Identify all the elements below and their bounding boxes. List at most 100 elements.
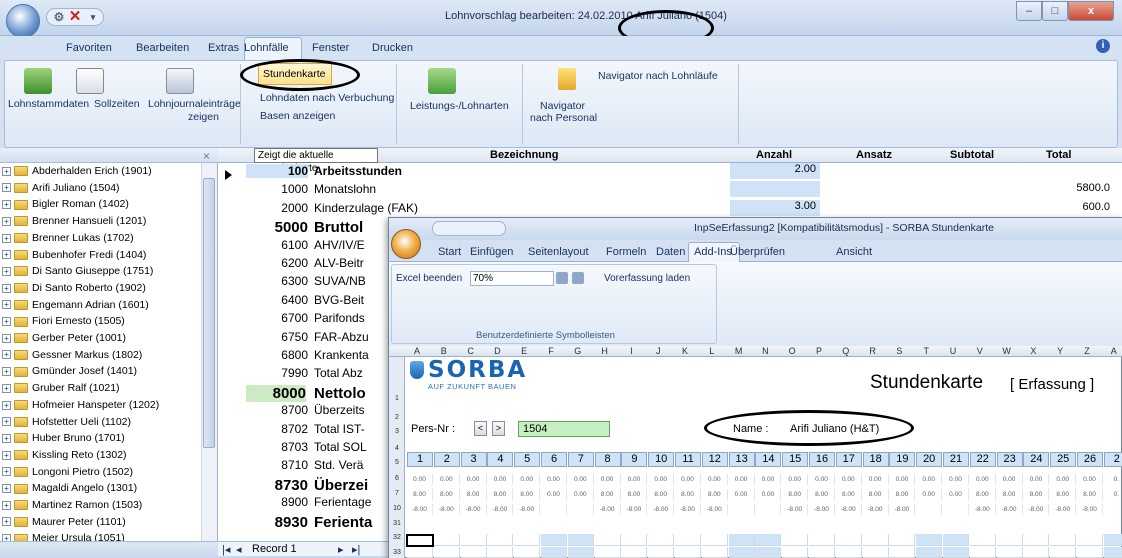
col-subtotal[interactable]: Subtotal — [950, 149, 994, 161]
day-input-cell[interactable] — [782, 534, 809, 546]
column-header[interactable]: H — [594, 346, 616, 356]
grid-anzahl[interactable]: 2.00 — [730, 163, 820, 179]
employee-list-item[interactable]: + Huber Bruno (1701) — [0, 431, 200, 446]
employee-list-item[interactable]: + Longoni Pietro (1502) — [0, 465, 200, 480]
tab-favoriten[interactable]: Favoriten — [66, 42, 112, 54]
office-orb-button[interactable] — [391, 229, 421, 259]
column-header[interactable]: D — [486, 346, 508, 356]
day-input-cell[interactable] — [621, 534, 648, 546]
day-input-cell[interactable] — [862, 547, 889, 558]
expand-icon[interactable]: + — [2, 317, 11, 327]
day-input-cell[interactable] — [969, 547, 996, 558]
gear-icon[interactable]: ⚙ — [51, 10, 67, 24]
expand-icon[interactable]: + — [2, 367, 11, 377]
row-number[interactable]: 33 — [389, 549, 405, 556]
column-header[interactable]: U — [942, 346, 964, 356]
expand-icon[interactable]: + — [2, 250, 11, 260]
day-input-cell[interactable] — [943, 547, 969, 558]
day-input-cell[interactable] — [916, 534, 943, 546]
day-input-cell[interactable] — [1103, 534, 1122, 546]
day-input-cell[interactable] — [1077, 534, 1103, 546]
expand-icon[interactable]: + — [2, 450, 11, 460]
column-header[interactable]: T — [915, 346, 937, 356]
panel-close-icon[interactable]: × — [203, 149, 210, 163]
row-number[interactable]: 32 — [389, 534, 405, 541]
column-header[interactable]: V — [969, 346, 991, 356]
column-header[interactable]: L — [701, 346, 723, 356]
expand-icon[interactable]: + — [2, 484, 11, 494]
tab-fenster[interactable]: Fenster — [312, 42, 349, 54]
employee-list-item[interactable]: + Di Santo Roberto (1902) — [0, 281, 200, 296]
day-input-cell[interactable] — [648, 547, 675, 558]
employee-list-item[interactable]: + Gessner Markus (1802) — [0, 348, 200, 363]
employee-list-item[interactable]: + Gruber Ralf (1021) — [0, 381, 200, 396]
row-number[interactable]: 6 — [389, 475, 405, 482]
employee-list-item[interactable]: + Di Santo Giuseppe (1751) — [0, 264, 200, 279]
column-header[interactable]: G — [567, 346, 589, 356]
day-input-cell[interactable] — [996, 547, 1023, 558]
day-input-cell[interactable] — [567, 534, 594, 546]
col-anzahl[interactable]: Anzahl — [756, 149, 792, 161]
day-input-cell[interactable] — [782, 547, 809, 558]
employee-list-item[interactable]: + Martinez Ramon (1503) — [0, 498, 200, 513]
close-button[interactable]: x — [1068, 1, 1114, 21]
column-header[interactable]: M — [728, 346, 750, 356]
excel-tab-ansicht[interactable]: Ansicht — [836, 246, 872, 258]
day-input-cell[interactable] — [1077, 547, 1103, 558]
record-last-button[interactable]: ▸| — [352, 543, 360, 556]
expand-icon[interactable]: + — [2, 233, 11, 243]
employee-list-item[interactable]: + Hofstetter Ueli (1102) — [0, 415, 200, 430]
day-input-cell[interactable] — [675, 534, 701, 546]
pers-prev-button[interactable]: < — [474, 421, 487, 436]
row-number[interactable]: 4 — [389, 445, 405, 452]
expand-icon[interactable]: + — [2, 517, 11, 527]
excel-tab-ueberpruefen[interactable]: Überprüfen — [730, 246, 785, 258]
day-input-cell[interactable] — [943, 534, 969, 546]
day-input-cell[interactable] — [755, 534, 782, 546]
chevron-down-icon[interactable]: ▾ — [85, 10, 101, 24]
employee-list-item[interactable]: + Brenner Lukas (1702) — [0, 231, 200, 246]
expand-icon[interactable]: + — [2, 266, 11, 276]
employee-list-item[interactable]: + Gerber Peter (1001) — [0, 331, 200, 346]
pers-nr-field[interactable]: 1504 — [518, 421, 610, 437]
grid-anzahl[interactable]: 3.00 — [730, 199, 820, 216]
expand-icon[interactable]: + — [2, 166, 11, 176]
grid-anzahl[interactable] — [730, 181, 820, 198]
employee-list-item[interactable]: + Kissling Reto (1302) — [0, 448, 200, 463]
employee-list-item[interactable]: + Hofmeier Hanspeter (1202) — [0, 398, 200, 413]
employee-list-item[interactable]: + Abderhalden Erich (1901) — [0, 164, 200, 179]
expand-icon[interactable]: + — [2, 400, 11, 410]
row-number[interactable]: 3 — [389, 428, 405, 435]
day-input-cell[interactable] — [407, 547, 433, 558]
column-header[interactable]: O — [781, 346, 803, 356]
print-icon[interactable] — [556, 272, 568, 284]
day-input-cell[interactable] — [916, 547, 943, 558]
excel-tab-start[interactable]: Start — [438, 246, 461, 258]
day-input-cell[interactable] — [701, 534, 728, 546]
day-input-cell[interactable] — [1103, 547, 1122, 558]
employee-list-item[interactable]: + Bigler Roman (1402) — [0, 197, 200, 212]
employee-scroll-thumb[interactable] — [203, 178, 215, 448]
employee-list-item[interactable]: + Bubenhofer Fredi (1404) — [0, 248, 200, 263]
column-header[interactable]: C — [460, 346, 482, 356]
day-input-cell[interactable] — [755, 547, 782, 558]
row-number[interactable]: 10 — [389, 505, 405, 512]
day-input-cell[interactable] — [567, 547, 594, 558]
zoom-select[interactable]: 70% — [470, 271, 554, 286]
day-input-cell[interactable] — [460, 534, 487, 546]
expand-icon[interactable]: + — [2, 350, 11, 360]
row-number[interactable]: 2 — [389, 414, 405, 421]
column-header[interactable]: J — [647, 346, 669, 356]
column-header[interactable]: K — [674, 346, 696, 356]
expand-icon[interactable]: + — [2, 183, 11, 193]
day-input-cell[interactable] — [460, 547, 487, 558]
excel-tab-daten[interactable]: Daten — [656, 246, 685, 258]
record-first-button[interactable]: |◂ — [222, 543, 230, 556]
day-input-cell[interactable] — [1050, 534, 1077, 546]
row-number[interactable]: 5 — [389, 459, 405, 466]
day-input-cell[interactable] — [701, 547, 728, 558]
pers-next-button[interactable]: > — [492, 421, 505, 436]
excel-beenden-button[interactable]: Excel beenden — [396, 273, 462, 284]
record-next-button[interactable]: ▸ — [338, 543, 344, 556]
leistungs-lohnarten-button[interactable]: Leistungs-/Lohnarten — [410, 100, 509, 112]
